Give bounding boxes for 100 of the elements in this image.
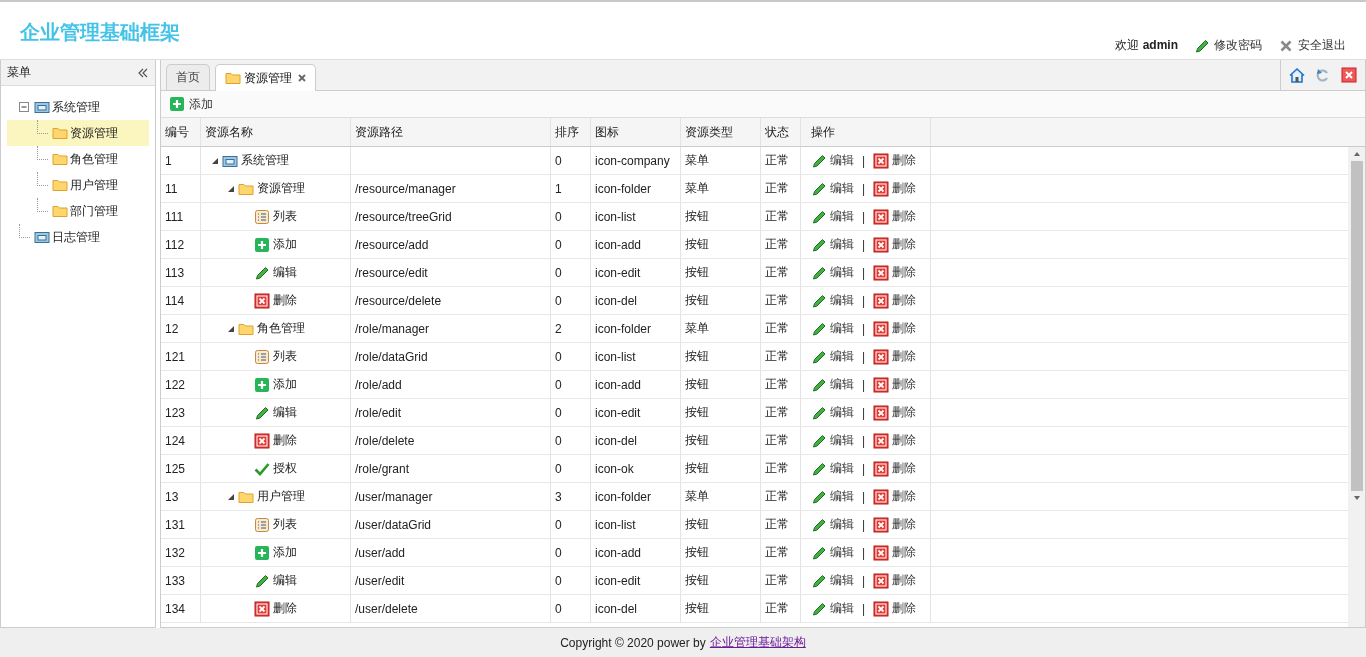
resource-name: 编辑 xyxy=(273,264,297,281)
tree-item[interactable]: 日志管理 xyxy=(7,224,149,250)
expand-arrow-icon[interactable] xyxy=(227,324,235,333)
table-cell: 0 xyxy=(551,399,591,426)
table-cell: icon-list xyxy=(591,343,681,370)
table-cell: 按钮 xyxy=(681,539,761,566)
header-link[interactable]: 安全退出 xyxy=(1278,37,1346,54)
edit-link[interactable]: 编辑 xyxy=(811,544,854,561)
delete-icon xyxy=(873,180,890,197)
table-cell: 111 xyxy=(161,203,201,230)
edit-link[interactable]: 编辑 xyxy=(811,376,854,393)
collapse-icon[interactable] xyxy=(137,66,149,79)
pencil-icon xyxy=(811,572,827,589)
edit-link[interactable]: 编辑 xyxy=(811,404,854,421)
column-header: 编号 xyxy=(161,118,201,146)
resource-name: 添加 xyxy=(273,544,297,561)
expand-arrow-icon[interactable] xyxy=(227,184,235,193)
list-icon xyxy=(254,348,270,365)
delete-link[interactable]: 删除 xyxy=(873,432,917,449)
delete-link[interactable]: 删除 xyxy=(873,180,917,197)
table-cell: 正常 xyxy=(761,567,801,594)
edit-link[interactable]: 编辑 xyxy=(811,572,854,589)
edit-link[interactable]: 编辑 xyxy=(811,320,854,337)
separator: | xyxy=(862,377,866,392)
delete-link[interactable]: 删除 xyxy=(873,600,917,617)
close-icon[interactable] xyxy=(298,74,306,82)
separator: | xyxy=(862,573,866,588)
tab[interactable]: 资源管理 xyxy=(215,64,316,91)
tree-item[interactable]: 资源管理 xyxy=(7,120,149,146)
tree-item[interactable]: 角色管理 xyxy=(7,146,149,172)
plus-icon xyxy=(254,236,270,253)
table-cell: icon-edit xyxy=(591,259,681,286)
delete-link[interactable]: 删除 xyxy=(873,516,917,533)
delete-link[interactable]: 删除 xyxy=(873,572,917,589)
column-header: 资源类型 xyxy=(681,118,761,146)
table-cell: icon-add xyxy=(591,539,681,566)
table-cell: 132 xyxy=(161,539,201,566)
edit-link[interactable]: 编辑 xyxy=(811,264,854,281)
tree-item[interactable]: 用户管理 xyxy=(7,172,149,198)
table-cell: icon-folder xyxy=(591,175,681,202)
delete-link[interactable]: 删除 xyxy=(873,320,917,337)
expand-arrow-icon[interactable] xyxy=(227,492,235,501)
home-button[interactable] xyxy=(1289,67,1305,83)
delete-link[interactable]: 删除 xyxy=(873,348,917,365)
separator: | xyxy=(862,405,866,420)
add-button[interactable]: 添加 xyxy=(169,95,213,113)
table-cell: 正常 xyxy=(761,203,801,230)
delete-link[interactable]: 删除 xyxy=(873,264,917,281)
table-cell: /resource/delete xyxy=(351,287,551,314)
refresh-button[interactable] xyxy=(1315,67,1331,83)
edit-link[interactable]: 编辑 xyxy=(811,180,854,197)
separator: | xyxy=(862,293,866,308)
edit-link[interactable]: 编辑 xyxy=(811,152,854,169)
delete-icon xyxy=(873,236,890,253)
header-link[interactable]: 修改密码 xyxy=(1194,37,1262,54)
scrollbar[interactable] xyxy=(1348,147,1365,627)
table-cell: icon-edit xyxy=(591,567,681,594)
delete-link[interactable]: 删除 xyxy=(873,544,917,561)
edit-link[interactable]: 编辑 xyxy=(811,236,854,253)
table-cell: icon-list xyxy=(591,203,681,230)
edit-link[interactable]: 编辑 xyxy=(811,432,854,449)
edit-link[interactable]: 编辑 xyxy=(811,516,854,533)
close-button[interactable] xyxy=(1341,67,1357,83)
delete-icon xyxy=(254,600,270,617)
footer-link[interactable]: 企业管理基础架构 xyxy=(709,634,806,651)
resource-name: 编辑 xyxy=(273,404,297,421)
table-cell: 12 xyxy=(161,315,201,342)
edit-link[interactable]: 编辑 xyxy=(811,292,854,309)
table-cell: 0 xyxy=(551,539,591,566)
edit-link[interactable]: 编辑 xyxy=(811,460,854,477)
delete-link[interactable]: 删除 xyxy=(873,152,917,169)
resource-name: 删除 xyxy=(273,292,297,309)
tab[interactable]: 首页 xyxy=(166,64,210,90)
delete-link[interactable]: 删除 xyxy=(873,404,917,421)
table-cell: 124 xyxy=(161,427,201,454)
delete-icon xyxy=(873,600,890,617)
edit-link[interactable]: 编辑 xyxy=(811,600,854,617)
delete-link[interactable]: 删除 xyxy=(873,292,917,309)
tree-item[interactable]: 系统管理 xyxy=(7,94,149,120)
pencil-icon xyxy=(811,460,827,477)
delete-link[interactable]: 删除 xyxy=(873,460,917,477)
edit-link[interactable]: 编辑 xyxy=(811,488,854,505)
edit-link[interactable]: 编辑 xyxy=(811,208,854,225)
delete-link[interactable]: 删除 xyxy=(873,376,917,393)
resource-name: 编辑 xyxy=(273,572,297,589)
collapse-toggle-icon[interactable] xyxy=(19,101,30,113)
expand-arrow-icon[interactable] xyxy=(211,156,219,165)
tree-item[interactable]: 部门管理 xyxy=(7,198,149,224)
delete-link[interactable]: 删除 xyxy=(873,236,917,253)
edit-link[interactable]: 编辑 xyxy=(811,348,854,365)
table-cell: 正常 xyxy=(761,287,801,314)
table-cell: /role/add xyxy=(351,371,551,398)
table-cell: /role/grant xyxy=(351,455,551,482)
list-icon xyxy=(254,208,270,225)
table-cell: 正常 xyxy=(761,427,801,454)
delete-link[interactable]: 删除 xyxy=(873,208,917,225)
delete-link[interactable]: 删除 xyxy=(873,488,917,505)
table-cell: 正常 xyxy=(761,147,801,174)
delete-icon xyxy=(254,432,270,449)
table-cell: 按钮 xyxy=(681,511,761,538)
